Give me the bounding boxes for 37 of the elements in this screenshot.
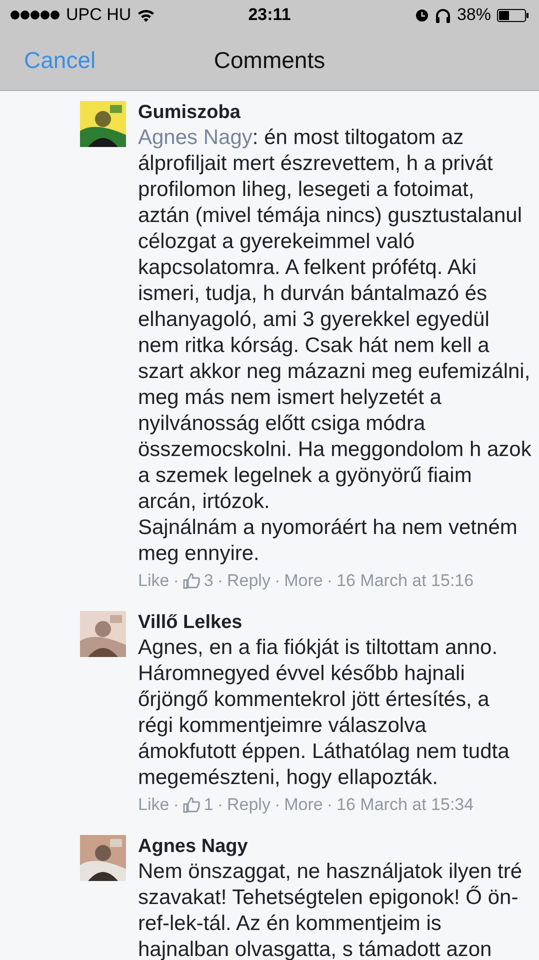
page-title: Comments	[214, 46, 326, 74]
separator-dot: ·	[326, 571, 333, 591]
like-count: 3	[204, 571, 214, 591]
comment-text: Nem önszaggat, ne használjatok ilyen tré szavakat! Tehetségtelen epigonok! Ő ön- ref-lek-tál. Az én kommentjeim is hajnalban olvasgatta, s támadott azon	[138, 859, 522, 960]
author-name[interactable]: Villő Lelkes	[138, 611, 242, 635]
mention-link[interactable]: Agnes Nagy	[138, 126, 252, 149]
like-link[interactable]: Like	[138, 571, 170, 591]
headphones-icon	[434, 8, 451, 22]
more-link[interactable]: More	[284, 795, 323, 815]
separator-dot: ·	[173, 571, 179, 591]
author-name[interactable]: Gumiszoba	[138, 101, 240, 125]
comment-time: 16 March at 15:16	[336, 571, 474, 591]
thumbs-up-icon	[182, 797, 200, 813]
comment-text: Agnes, en a fia fiókját is tiltottam anno. Háromnegyed évvel később hajnali őrjöngő kommentekrol jött értesítés, a régi kommentjeimre válaszolva ámokfutott éppen. Láthatólag nem tudta megemészteni, hogy ellapozták.	[138, 635, 510, 791]
comment-text: Agnes Nagy: én most tiltogatom az álprofiljait mert észrevettem, h a privát profilomon liheg, lesegeti a fotoimat, aztán (mivel témája nincs) gusztustalanul célozgat a gyerekeimmel való kapcsolatomra. A felkent prófétq. Aki ismeri, tudja, h durván bántalmazó és elhanyagoló, ami 3 gyerekkel egyedül nem ritka kórság. Csak hát nem kell a szart akkor neg mázazni meg eufemizálni, meg más nem ismert helyzetét a nyilvánosság előtt csiga módra összemocskolni. Ha meggondolom h azok a szemek legelnek a gyönyörű fiaim arcán, irtózok. Sajnálnám a nyomoráért ha nem vetném meg ennyire.	[138, 125, 532, 567]
signal-icon	[10, 10, 60, 20]
like-link[interactable]: Like	[138, 795, 170, 815]
clock-time: 23:11	[248, 5, 291, 25]
alarm-icon	[414, 8, 429, 22]
thumbs-up-icon	[182, 573, 200, 589]
separator-dot: ·	[217, 795, 223, 815]
separator-dot: ·	[173, 795, 179, 815]
reply-link[interactable]: Reply	[227, 795, 270, 815]
separator-dot: ·	[217, 571, 223, 591]
separator-dot: ·	[326, 795, 333, 815]
author-name[interactable]: Agnes Nagy	[138, 835, 248, 859]
battery-icon	[497, 8, 529, 22]
more-link[interactable]: More	[284, 571, 323, 591]
like-count: 1	[204, 795, 214, 815]
separator-dot: ·	[274, 571, 280, 591]
carrier-name: UPC HU	[66, 5, 132, 25]
comment-time: 16 March at 15:34	[336, 795, 474, 815]
separator-dot: ·	[274, 795, 280, 815]
reply-link[interactable]: Reply	[227, 571, 270, 591]
cancel-button[interactable]: Cancel	[18, 42, 102, 78]
battery-percent: 38%	[456, 5, 491, 25]
wifi-icon	[137, 8, 156, 22]
